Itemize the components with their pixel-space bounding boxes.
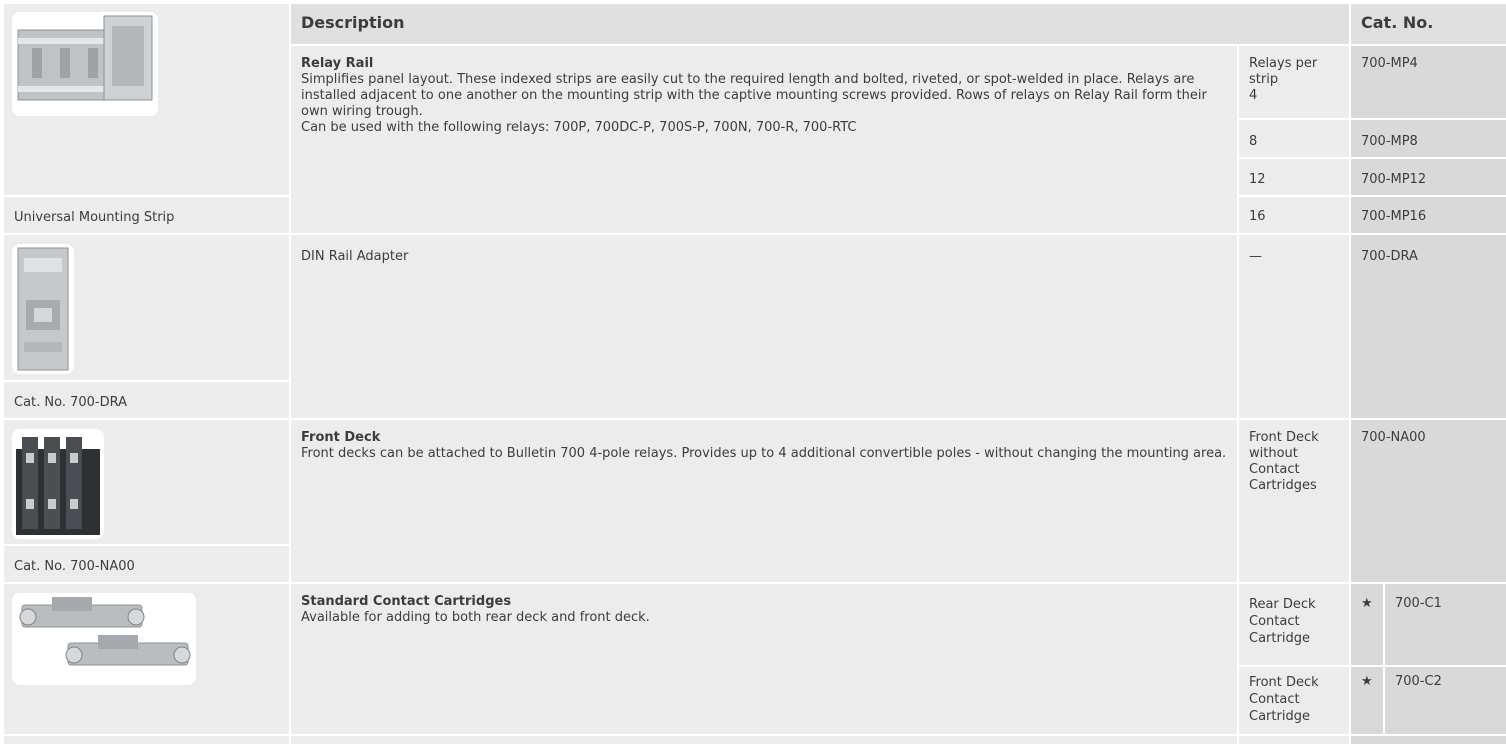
option-label: Rear Deck Contact Cartridge <box>1249 597 1316 646</box>
cat-no: 700-C2 <box>1395 674 1442 689</box>
option-label: Front Deck Contact Cartridge <box>1249 675 1319 724</box>
row-title: Front Deck <box>301 430 381 445</box>
front-deck-image <box>12 429 104 539</box>
universal-mounting-strip-caption-cell: Universal Mounting Strip <box>4 197 289 233</box>
next-row-description-cell <box>291 736 1237 744</box>
front-deck-description-cell: Front Deck Front decks can be attached t… <box>291 420 1237 582</box>
marker-cell: ★ <box>1351 584 1383 665</box>
cat-no: 700-MP4 <box>1361 56 1418 71</box>
cat-no-cell: 700-DRA <box>1351 235 1506 418</box>
next-row-image-cell <box>4 736 289 744</box>
row-description: Simplifies panel layout. These indexed s… <box>301 72 1207 119</box>
next-row-cat-no-cell <box>1351 736 1506 744</box>
header-cat-no-label: Cat. No. <box>1361 13 1434 32</box>
relays-per-strip-cell: Relays per strip 4 <box>1239 46 1349 118</box>
option-cell: Front Deck Contact Cartridge <box>1239 667 1349 734</box>
next-row-option-cell <box>1239 736 1349 744</box>
relay-rail-description-cell: Relay Rail Simplifies panel layout. Thes… <box>291 46 1237 233</box>
option-cell: 16 <box>1239 197 1349 233</box>
row-title: Standard Contact Cartridges <box>301 594 512 609</box>
star-icon: ★ <box>1361 596 1373 611</box>
star-icon: ★ <box>1361 674 1373 689</box>
option-cell: Rear Deck Contact Cartridge <box>1239 584 1349 665</box>
cat-no: 700-C1 <box>1395 596 1442 611</box>
option-value: 12 <box>1249 172 1266 187</box>
option-label: Relays per strip <box>1249 56 1318 87</box>
contact-cartridges-image <box>12 593 196 685</box>
option-cell: 8 <box>1239 120 1349 157</box>
catalog-table: Description Cat. No. Universal Mounting … <box>0 0 1506 744</box>
cat-no-cell: 700-MP16 <box>1351 197 1506 233</box>
cat-no: 700-DRA <box>1361 249 1418 264</box>
row-note: Can be used with the following relays: 7… <box>301 120 857 135</box>
cat-no-cell: 700-NA00 <box>1351 420 1506 582</box>
cat-no: 700-NA00 <box>1361 430 1426 445</box>
option-cell: — <box>1239 235 1349 418</box>
option-value: 8 <box>1249 134 1258 149</box>
cat-no-cell: 700-MP12 <box>1351 159 1506 195</box>
front-deck-caption-cell: Cat. No. 700-NA00 <box>4 546 289 582</box>
image-caption: Universal Mounting Strip <box>14 210 175 225</box>
cat-no-cell: 700-C2 <box>1385 667 1506 734</box>
image-caption: Cat. No. 700-DRA <box>14 395 128 410</box>
row-description: Front decks can be attached to Bulletin … <box>301 446 1227 461</box>
header-description: Description <box>291 4 1349 44</box>
image-caption: Cat. No. 700-NA00 <box>14 559 135 574</box>
cat-no: 700-MP12 <box>1361 172 1427 187</box>
option-value: 16 <box>1249 209 1266 224</box>
header-description-label: Description <box>301 13 405 32</box>
option-cell: Front Deck without Contact Cartridges <box>1239 420 1349 582</box>
din-rail-adapter-description-cell: DIN Rail Adapter <box>291 235 1237 418</box>
row-description: Available for adding to both rear deck a… <box>301 610 650 625</box>
row-title: Relay Rail <box>301 56 374 71</box>
option-cell: 12 <box>1239 159 1349 195</box>
cat-no-cell: 700-MP4 <box>1351 46 1506 118</box>
marker-cell: ★ <box>1351 667 1383 734</box>
universal-mounting-strip-image <box>12 12 158 116</box>
cat-no-cell: 700-MP8 <box>1351 120 1506 157</box>
option-value: Front Deck without Contact Cartridges <box>1249 430 1319 493</box>
contact-cartridges-description-cell: Standard Contact Cartridges Available fo… <box>291 584 1237 734</box>
option-value: 4 <box>1249 88 1258 103</box>
din-rail-adapter-image <box>12 244 74 374</box>
cat-no: 700-MP8 <box>1361 134 1418 149</box>
cat-no-cell: 700-C1 <box>1385 584 1506 665</box>
header-cat-no: Cat. No. <box>1351 4 1506 44</box>
cat-no: 700-MP16 <box>1361 209 1427 224</box>
din-rail-adapter-caption-cell: Cat. No. 700-DRA <box>4 382 289 418</box>
row-description: DIN Rail Adapter <box>301 249 409 264</box>
option-value: — <box>1249 249 1262 264</box>
